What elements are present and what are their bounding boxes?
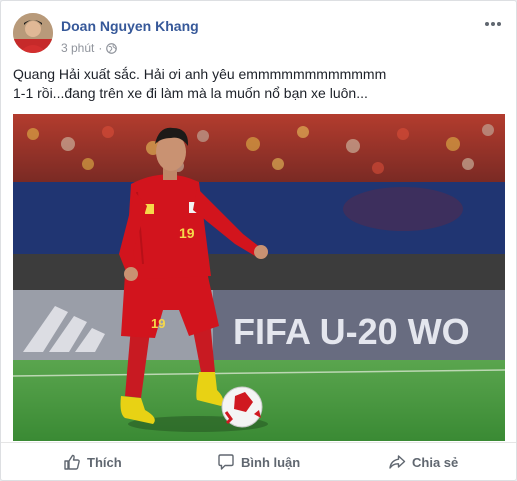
share-label: Chia sẻ bbox=[412, 454, 459, 470]
thumbs-up-icon bbox=[64, 454, 80, 470]
author-name-link[interactable]: Doan Nguyen Khang bbox=[61, 18, 199, 34]
share-arrow-icon bbox=[389, 455, 406, 469]
post-text-line: Quang Hải xuất sắc. Hải ơi anh yêu emmmm… bbox=[13, 66, 387, 82]
post-card: Doan Nguyen Khang 3 phút · Quang Hải xuấ… bbox=[0, 0, 517, 481]
post-timestamp[interactable]: 3 phút bbox=[61, 41, 94, 55]
like-label: Thích bbox=[87, 454, 122, 470]
shorts-number: 19 bbox=[151, 316, 165, 331]
action-bar: Thích Bình luận Chia sẻ bbox=[1, 442, 516, 481]
globe-icon[interactable] bbox=[106, 42, 118, 54]
post-header: Doan Nguyen Khang 3 phút · bbox=[13, 13, 504, 57]
share-button[interactable]: Chia sẻ bbox=[388, 451, 458, 473]
comment-button[interactable]: Bình luận bbox=[217, 451, 300, 473]
post-meta: 3 phút · bbox=[61, 41, 118, 55]
meta-separator: · bbox=[98, 41, 103, 55]
like-button[interactable]: Thích bbox=[63, 451, 122, 473]
post-text-line: 1-1 rồi...đang trên xe đi làm mà la muốn… bbox=[13, 85, 368, 101]
more-options-icon[interactable] bbox=[482, 17, 504, 31]
jersey-number: 19 bbox=[179, 225, 195, 241]
comment-label: Bình luận bbox=[241, 454, 301, 470]
post-photo[interactable]: FIFA U-20 WO 19 19 bbox=[13, 114, 505, 441]
ad-board-text: FIFA U-20 WO bbox=[233, 311, 470, 352]
author-avatar[interactable] bbox=[13, 13, 53, 53]
post-text: Quang Hải xuất sắc. Hải ơi anh yêu emmmm… bbox=[13, 65, 493, 103]
comment-icon bbox=[218, 454, 234, 470]
